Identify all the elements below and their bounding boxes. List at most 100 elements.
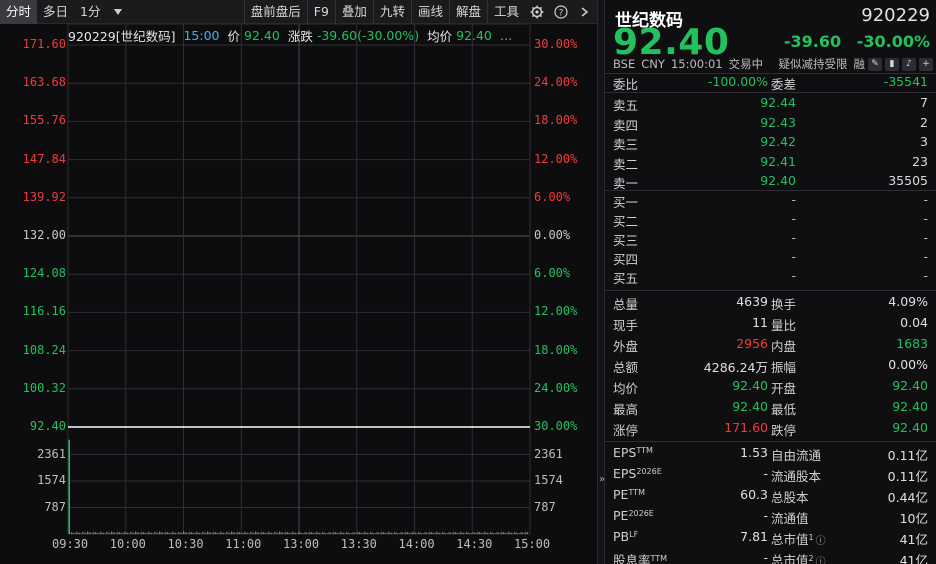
fundamental-value: 41亿 [899,532,928,547]
edit-icon[interactable]: ✎ [868,57,882,71]
bid-volume: - [923,268,928,283]
volume-bar [167,532,168,534]
stat-label: 内盘 [771,339,797,354]
price-tick-label: 132.00 [22,228,66,242]
fundamental-label: PE2026E [613,508,654,523]
stat-label: 振幅 [771,360,797,375]
change-percent: -30.00% [856,32,930,51]
volume-bar [104,533,106,534]
fundamental-label: 总市值2 ⓘ [771,550,826,564]
more-icon[interactable]: … [500,28,513,43]
fundamental-label: EPSTTM [613,445,653,460]
ask-price: 92.41 [760,153,796,169]
help-icon[interactable]: ? [549,0,573,24]
volume-bar [362,533,364,534]
margin-tag: 融 [853,57,866,71]
volume-bar [213,531,215,534]
volume-bar [491,532,493,534]
fundamental-label-text: 股息率 [613,553,651,564]
info-icon[interactable]: ⓘ [816,557,826,564]
volume-bar [402,532,404,534]
gear-icon[interactable] [525,0,549,24]
volume-bar [111,531,112,534]
volume-bar [403,533,405,534]
info-icon[interactable]: ⓘ [816,536,826,547]
tab-multi-day[interactable]: 多日 [37,0,74,24]
time-tick-label: 11:00 [225,537,262,551]
volume-bar [527,532,528,534]
volume-bar [451,533,453,534]
volume-bar [159,531,160,534]
volume-bar [288,532,290,534]
volume-bar [515,532,517,534]
volume-bar [291,531,293,534]
f9-button[interactable]: F9 [306,0,335,24]
analysis-button[interactable]: 解盘 [448,0,487,24]
ask-price: 92.43 [760,114,796,130]
stat-value: 0.04 [900,315,928,330]
volume-bar [378,532,380,534]
volume-bar [391,532,392,534]
volume-bar [277,532,279,534]
tab-1min[interactable]: 1分 [74,0,106,24]
volume-bar [450,532,452,534]
volume-bar [357,531,359,534]
volume-bar [421,532,423,534]
volume-bar [298,531,300,534]
bid-level-label: 买五 [613,271,639,286]
chevron-right-icon[interactable] [573,0,597,24]
volume-bar [458,533,460,534]
volume-bar [299,532,301,534]
volume-bar [477,531,479,534]
ask-price: 92.42 [760,134,796,149]
volume-bar [208,532,210,534]
price-tick-label: 116.16 [22,304,66,319]
volume-bar [389,532,391,534]
volume-bar [413,532,415,534]
fundamental-label: 总股本 [771,487,809,506]
volume-bar [408,532,410,534]
volume-bar [133,532,135,534]
volume-bar [439,532,440,534]
volume-bar [429,531,431,534]
volume-bar [355,533,357,534]
percent-tick-label: 18.00% [534,113,578,128]
fundamental-value: 1.53 [740,445,768,460]
volume-bar [314,533,316,534]
add-icon[interactable]: + [919,57,933,71]
time-tick-label: 14:00 [398,537,435,551]
intraday-chart[interactable]: 171.60 30.00% 163.68 24.00% 155.76 18.00% 147.… [0,24,597,564]
tools-button[interactable]: 工具 [486,0,525,24]
pane-divider[interactable]: » [597,0,605,564]
volume-bar [122,533,124,534]
ask-volume: 2 [920,114,928,130]
price-change: -39.60 -30.00% [774,32,930,51]
volume-bar [96,532,98,534]
svg-text:?: ? [559,8,564,18]
tab-intraday[interactable]: 分时 [0,0,38,24]
quote-meta: BSE CNY 15:00:01 交易中 疑似减持受限 融 ✎ ▮ ♪ + [613,56,933,72]
volume-bar [143,532,144,534]
volume-bar [99,531,101,534]
draw-line-button[interactable]: 画线 [410,0,449,24]
fundamental-row: EPSTTM 1.53 自由流通 0.11亿 [605,444,936,463]
volume-bar [234,532,236,534]
stat-row: 最高 92.40 最低 92.40 [605,398,936,417]
bookmark-icon[interactable]: ▮ [885,57,899,71]
nine-turn-button[interactable]: 九转 [372,0,411,24]
volume-bar [151,532,152,534]
volume-bar [189,531,191,534]
volume-bar [487,532,488,534]
volume-bar [503,532,504,534]
volume-tick-label-right: 787 [534,499,556,514]
volume-bar [139,533,141,534]
volume-bar [219,531,221,534]
chart-svg[interactable] [0,24,597,564]
volume-bar [283,533,285,534]
alert-bell-icon[interactable]: ♪ [902,57,916,71]
overlay-button[interactable]: 叠加 [334,0,373,24]
caret-down-icon[interactable] [106,0,130,24]
premarket-button[interactable]: 盘前盘后 [243,0,307,24]
weibi-label: 委比 [613,77,639,92]
volume-bar [130,531,132,534]
